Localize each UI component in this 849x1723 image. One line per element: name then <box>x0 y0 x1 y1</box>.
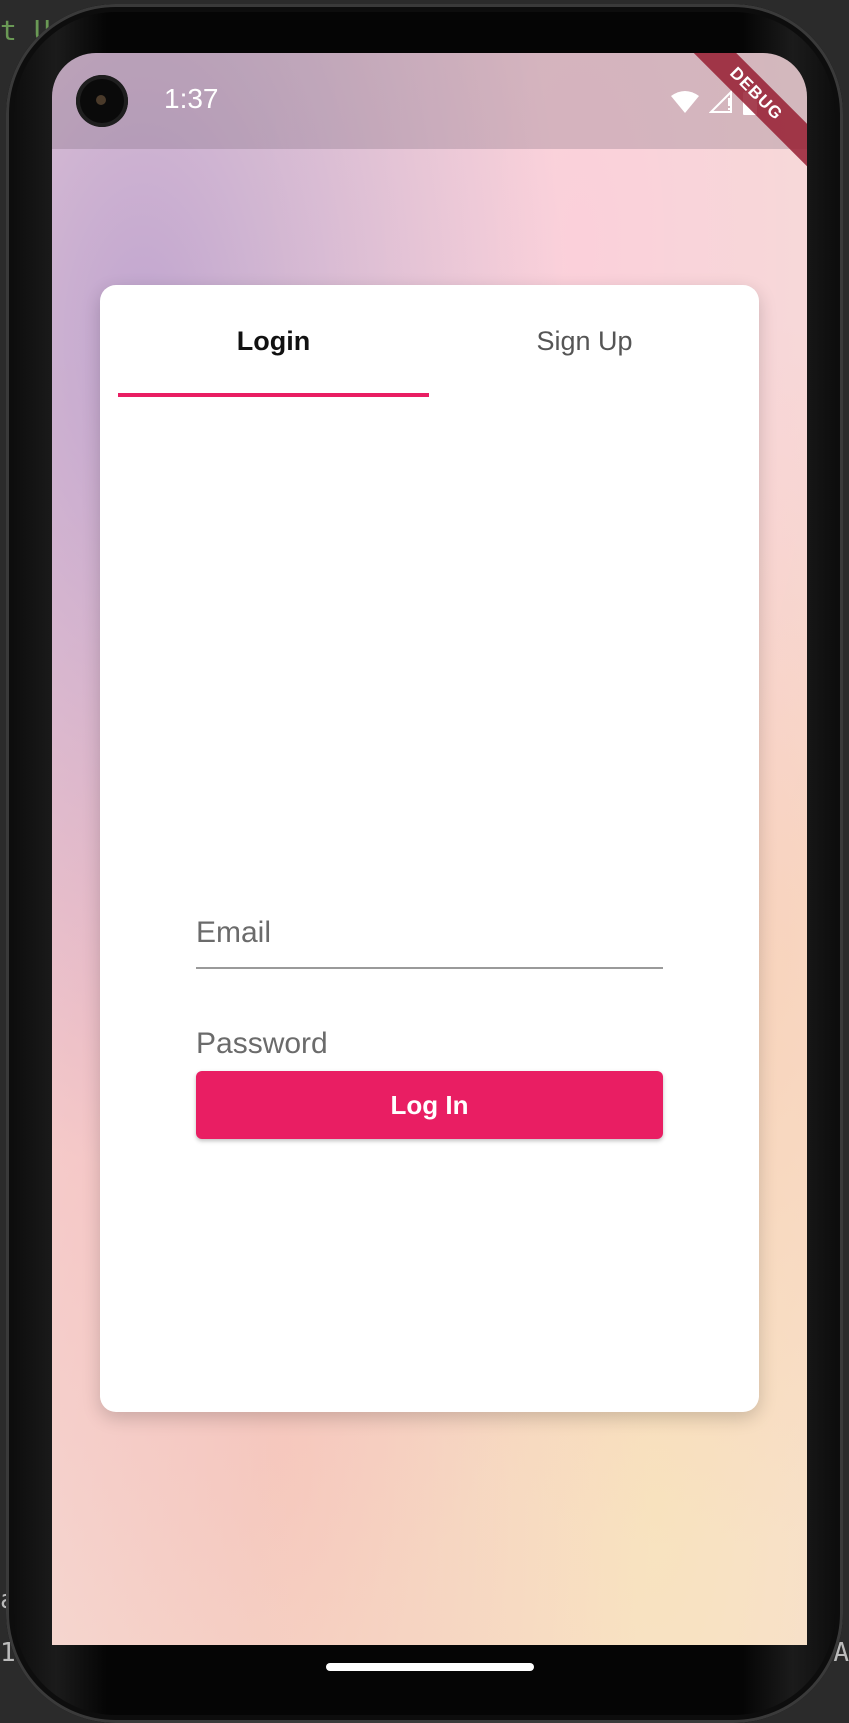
status-time: 1:37 <box>164 83 219 114</box>
app-screen: 1:37 DEBUG Login Sign Up Email Log In <box>52 53 807 1645</box>
email-field <box>196 899 663 969</box>
tab-login-label: Login <box>236 325 311 356</box>
status-bar: 1:37 DEBUG <box>52 53 807 172</box>
tab-login[interactable]: Login <box>118 285 429 397</box>
home-indicator[interactable] <box>326 1663 534 1671</box>
auth-card: Login Sign Up Log In <box>100 285 759 1412</box>
password-input[interactable] <box>196 1010 663 1078</box>
phone-frame: 1:37 DEBUG Login Sign Up Email Log In <box>6 4 843 1723</box>
cell-signal-icon <box>708 89 733 119</box>
email-input[interactable] <box>196 899 663 967</box>
password-field <box>196 1010 663 1080</box>
login-button[interactable]: Log In <box>196 1071 663 1139</box>
auth-tabs: Login Sign Up <box>118 285 740 397</box>
tab-signup-label: Sign Up <box>536 325 633 356</box>
wifi-icon <box>671 91 699 118</box>
tab-active-indicator <box>118 393 429 397</box>
tab-signup[interactable]: Sign Up <box>429 285 740 397</box>
camera-cutout <box>76 75 128 127</box>
